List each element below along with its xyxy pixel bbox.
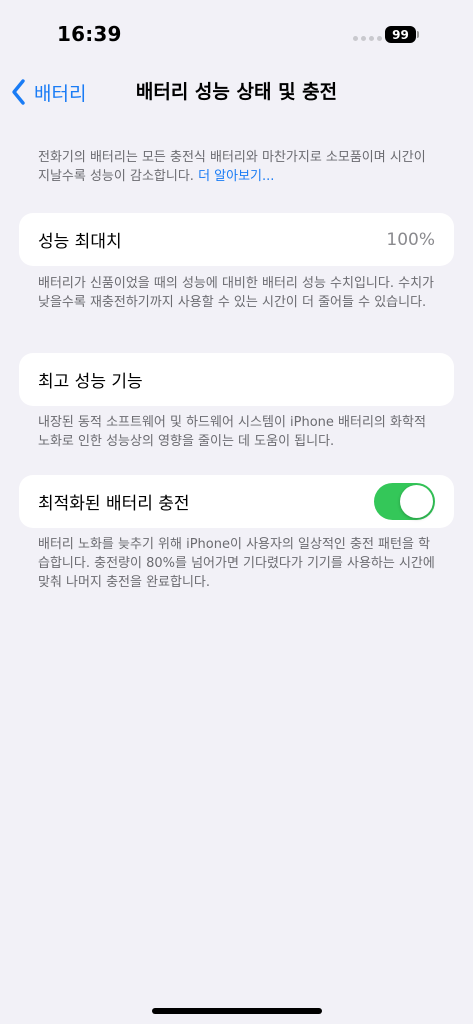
peak-performance-note: 내장된 동적 소프트웨어 및 하드웨어 시스템이 iPhone 배터리의 화학적… <box>38 415 426 449</box>
toggle-knob <box>400 485 433 518</box>
cellular-signal-icon <box>353 36 382 41</box>
max-capacity-row: 성능 최대치 100% <box>19 213 454 266</box>
learn-more-link[interactable]: 더 알아보기... <box>198 169 274 184</box>
battery-icon: 99 <box>385 26 416 43</box>
intro-text: 전화기의 배터리는 모든 충전식 배터리와 마찬가지로 소모품이며 시간이 지날… <box>38 148 438 186</box>
home-indicator[interactable] <box>152 1008 322 1014</box>
back-button[interactable]: 배터리 <box>10 72 86 112</box>
back-button-label: 배터리 <box>34 82 87 105</box>
battery-level: 99 <box>392 27 409 42</box>
peak-performance-label: 최고 성능 기능 <box>38 372 143 392</box>
max-capacity-label: 성능 최대치 <box>38 232 122 252</box>
max-capacity-value: 100% <box>386 229 435 250</box>
battery-cap <box>417 31 419 38</box>
optimized-charging-note: 배터리 노화를 늦추기 위해 iPhone이 사용자의 일상적인 충전 패턴을 … <box>38 537 435 590</box>
chevron-left-icon <box>12 79 25 105</box>
optimized-charging-label: 최적화된 배터리 충전 <box>38 494 190 514</box>
peak-performance-row: 최고 성능 기능 <box>19 353 454 406</box>
battery-health-screen: 16:39 99 배터리 성능 상태 및 충전 배터리 전화기의 배터리는 모든… <box>0 0 473 1024</box>
navigation-bar: 배터리 성능 상태 및 충전 배터리 <box>0 72 473 112</box>
status-time: 16:39 <box>57 22 122 46</box>
optimized-charging-toggle[interactable] <box>374 483 435 520</box>
optimized-charging-row: 최적화된 배터리 충전 <box>19 475 454 528</box>
max-capacity-note: 배터리가 신품이었을 때의 성능에 대비한 배터리 성능 수치입니다. 수치가 … <box>38 276 434 310</box>
status-bar: 16:39 99 <box>0 0 473 70</box>
